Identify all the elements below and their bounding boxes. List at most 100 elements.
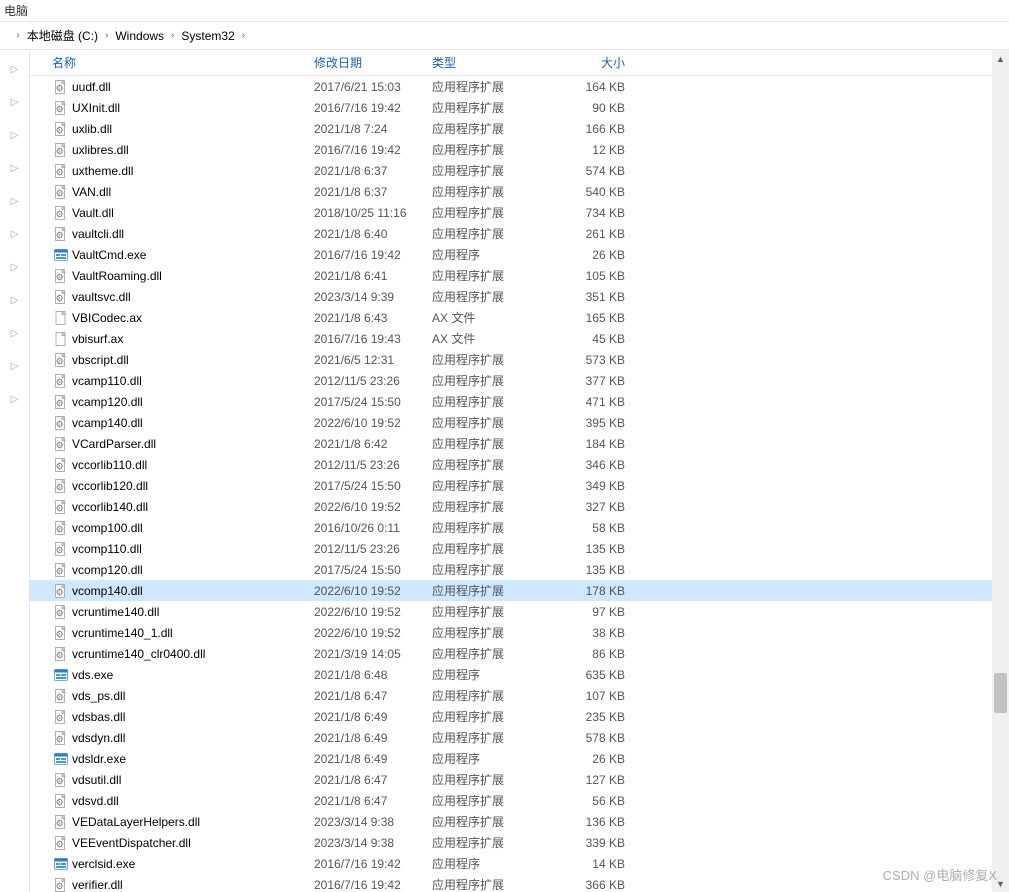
file-row[interactable]: vdsvd.dll2021/1/8 6:47应用程序扩展56 KB [30, 790, 1009, 811]
file-row[interactable]: UXInit.dll2016/7/16 19:42应用程序扩展90 KB [30, 97, 1009, 118]
tree-expand-icon[interactable]: ▷ [11, 262, 19, 272]
breadcrumb[interactable]: › 本地磁盘 (C:) › Windows › System32 › [0, 22, 1009, 50]
file-date: 2021/1/8 6:47 [314, 794, 432, 808]
file-row[interactable]: vbisurf.ax2016/7/16 19:43AX 文件45 KB [30, 328, 1009, 349]
file-date: 2021/6/5 12:31 [314, 353, 432, 367]
file-row[interactable]: VEEventDispatcher.dll2023/3/14 9:38应用程序扩… [30, 832, 1009, 853]
tree-expand-icon[interactable]: ▷ [11, 196, 19, 206]
file-size: 235 KB [551, 710, 631, 724]
file-name: vdsvd.dll [72, 794, 314, 808]
chevron-right-icon[interactable]: › [13, 30, 22, 41]
file-row[interactable]: VAN.dll2021/1/8 6:37应用程序扩展540 KB [30, 181, 1009, 202]
file-row[interactable]: vcamp140.dll2022/6/10 19:52应用程序扩展395 KB [30, 412, 1009, 433]
file-row[interactable]: verifier.dll2016/7/16 19:42应用程序扩展366 KB [30, 874, 1009, 892]
file-size: 58 KB [551, 521, 631, 535]
chevron-right-icon[interactable]: › [168, 30, 177, 41]
file-size: 377 KB [551, 374, 631, 388]
vertical-scrollbar[interactable]: ▲ ▼ [992, 50, 1009, 892]
file-row[interactable]: vcamp120.dll2017/5/24 15:50应用程序扩展471 KB [30, 391, 1009, 412]
file-row[interactable]: uxlib.dll2021/1/8 7:24应用程序扩展166 KB [30, 118, 1009, 139]
file-row[interactable]: vcamp110.dll2012/11/5 23:26应用程序扩展377 KB [30, 370, 1009, 391]
dll-icon [52, 772, 70, 788]
file-row[interactable]: Vault.dll2018/10/25 11:16应用程序扩展734 KB [30, 202, 1009, 223]
file-name: vds_ps.dll [72, 689, 314, 703]
chevron-right-icon[interactable]: › [102, 30, 111, 41]
file-date: 2022/6/10 19:52 [314, 584, 432, 598]
file-row[interactable]: VBICodec.ax2021/1/8 6:43AX 文件165 KB [30, 307, 1009, 328]
file-row[interactable]: uxlibres.dll2016/7/16 19:42应用程序扩展12 KB [30, 139, 1009, 160]
breadcrumb-item-root[interactable] [2, 29, 13, 43]
breadcrumb-item-system32[interactable]: System32 [177, 29, 238, 43]
file-size: 107 KB [551, 689, 631, 703]
scroll-down-icon[interactable]: ▼ [992, 875, 1009, 892]
file-row[interactable]: VEDataLayerHelpers.dll2023/3/14 9:38应用程序… [30, 811, 1009, 832]
file-row[interactable]: vaultcli.dll2021/1/8 6:40应用程序扩展261 KB [30, 223, 1009, 244]
file-row[interactable]: VaultRoaming.dll2021/1/8 6:41应用程序扩展105 K… [30, 265, 1009, 286]
file-name: VBICodec.ax [72, 311, 314, 325]
tree-expand-icon[interactable]: ▷ [11, 130, 19, 140]
breadcrumb-item-drive[interactable]: 本地磁盘 (C:) [23, 27, 102, 44]
breadcrumb-item-windows[interactable]: Windows [111, 29, 168, 43]
file-name: vdsdyn.dll [72, 731, 314, 745]
file-row[interactable]: vcruntime140_1.dll2022/6/10 19:52应用程序扩展3… [30, 622, 1009, 643]
file-row[interactable]: VaultCmd.exe2016/7/16 19:42应用程序26 KB [30, 244, 1009, 265]
file-row[interactable]: vcruntime140.dll2022/6/10 19:52应用程序扩展97 … [30, 601, 1009, 622]
file-row[interactable]: vdsdyn.dll2021/1/8 6:49应用程序扩展578 KB [30, 727, 1009, 748]
column-header-size[interactable]: 大小 [551, 54, 631, 71]
file-size: 135 KB [551, 542, 631, 556]
file-row[interactable]: vcomp100.dll2016/10/26 0:11应用程序扩展58 KB [30, 517, 1009, 538]
file-row[interactable]: vccorlib120.dll2017/5/24 15:50应用程序扩展349 … [30, 475, 1009, 496]
file-row[interactable]: uudf.dll2017/6/21 15:03应用程序扩展164 KB [30, 76, 1009, 97]
file-row[interactable]: vcomp140.dll2022/6/10 19:52应用程序扩展178 KB [30, 580, 1009, 601]
nav-tree-sidebar[interactable]: ▷ ▷ ▷ ▷ ▷ ▷ ▷ ▷ ▷ ▷ ▷ [0, 50, 30, 892]
dll-icon [52, 373, 70, 389]
file-type: AX 文件 [432, 330, 551, 347]
file-row[interactable]: vccorlib110.dll2012/11/5 23:26应用程序扩展346 … [30, 454, 1009, 475]
file-row[interactable]: vdsldr.exe2021/1/8 6:49应用程序26 KB [30, 748, 1009, 769]
scroll-track[interactable] [992, 67, 1009, 875]
file-size: 339 KB [551, 836, 631, 850]
file-size: 635 KB [551, 668, 631, 682]
file-row[interactable]: vcomp120.dll2017/5/24 15:50应用程序扩展135 KB [30, 559, 1009, 580]
file-date: 2016/7/16 19:43 [314, 332, 432, 346]
scroll-thumb[interactable] [994, 673, 1007, 713]
tree-expand-icon[interactable]: ▷ [11, 97, 19, 107]
chevron-right-icon[interactable]: › [239, 30, 248, 41]
column-header-date[interactable]: 修改日期 [314, 54, 432, 71]
column-header-type[interactable]: 类型 [432, 54, 551, 71]
file-row[interactable]: vdsutil.dll2021/1/8 6:47应用程序扩展127 KB [30, 769, 1009, 790]
tree-expand-icon[interactable]: ▷ [11, 64, 19, 74]
file-type: 应用程序扩展 [432, 624, 551, 641]
tree-expand-icon[interactable]: ▷ [11, 295, 19, 305]
file-type: 应用程序扩展 [432, 645, 551, 662]
file-row[interactable]: vdsbas.dll2021/1/8 6:49应用程序扩展235 KB [30, 706, 1009, 727]
file-date: 2016/7/16 19:42 [314, 248, 432, 262]
file-row[interactable]: vds_ps.dll2021/1/8 6:47应用程序扩展107 KB [30, 685, 1009, 706]
file-icon [52, 331, 70, 347]
file-row[interactable]: vccorlib140.dll2022/6/10 19:52应用程序扩展327 … [30, 496, 1009, 517]
column-header-name[interactable]: 名称 [52, 54, 314, 71]
tree-expand-icon[interactable]: ▷ [11, 394, 19, 404]
tree-expand-icon[interactable]: ▷ [11, 229, 19, 239]
scroll-up-icon[interactable]: ▲ [992, 50, 1009, 67]
file-row[interactable]: verclsid.exe2016/7/16 19:42应用程序14 KB [30, 853, 1009, 874]
file-list[interactable]: uudf.dll2017/6/21 15:03应用程序扩展164 KBUXIni… [30, 76, 1009, 892]
file-size: 327 KB [551, 500, 631, 514]
file-row[interactable]: vcruntime140_clr0400.dll2021/3/19 14:05应… [30, 643, 1009, 664]
tree-expand-icon[interactable]: ▷ [11, 328, 19, 338]
file-type: 应用程序扩展 [432, 708, 551, 725]
file-type: 应用程序 [432, 246, 551, 263]
tree-expand-icon[interactable]: ▷ [11, 361, 19, 371]
tree-expand-icon[interactable]: ▷ [11, 163, 19, 173]
file-row[interactable]: VCardParser.dll2021/1/8 6:42应用程序扩展184 KB [30, 433, 1009, 454]
file-date: 2021/1/8 6:47 [314, 773, 432, 787]
file-icon [52, 310, 70, 326]
column-headers[interactable]: 名称 修改日期 类型 大小 [30, 50, 1009, 76]
file-row[interactable]: vcomp110.dll2012/11/5 23:26应用程序扩展135 KB [30, 538, 1009, 559]
file-type: 应用程序扩展 [432, 183, 551, 200]
file-row[interactable]: uxtheme.dll2021/1/8 6:37应用程序扩展574 KB [30, 160, 1009, 181]
file-row[interactable]: vaultsvc.dll2023/3/14 9:39应用程序扩展351 KB [30, 286, 1009, 307]
file-row[interactable]: vbscript.dll2021/6/5 12:31应用程序扩展573 KB [30, 349, 1009, 370]
file-row[interactable]: vds.exe2021/1/8 6:48应用程序635 KB [30, 664, 1009, 685]
file-name: vcomp100.dll [72, 521, 314, 535]
